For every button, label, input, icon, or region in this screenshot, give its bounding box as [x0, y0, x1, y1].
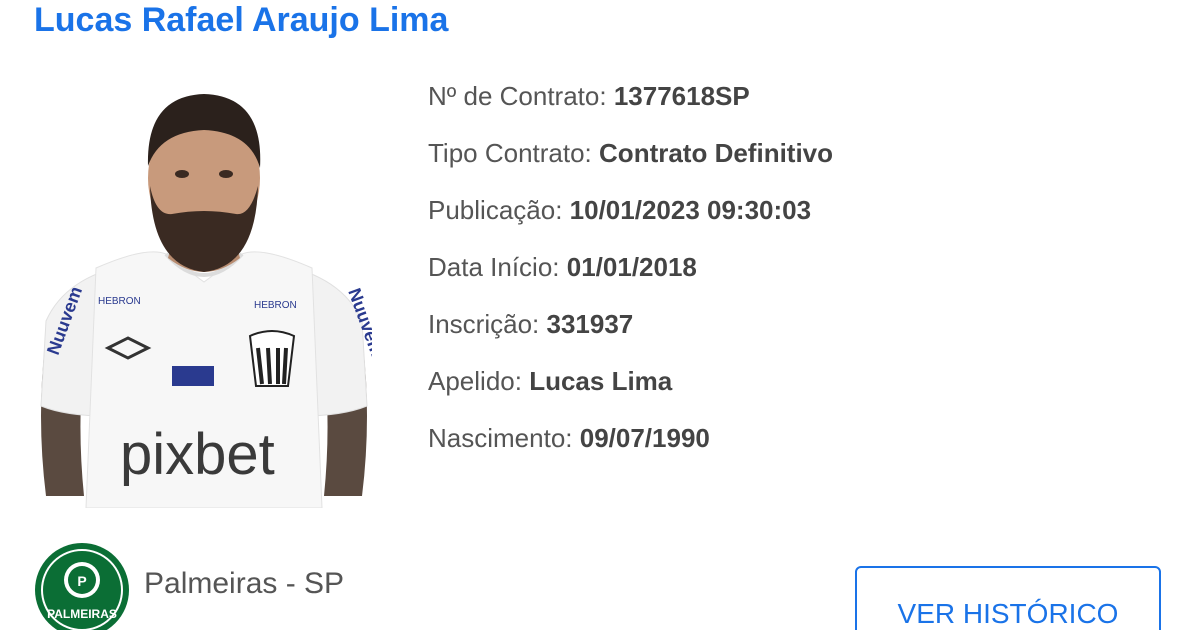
detail-contract-type: Tipo Contrato: Contrato Definitivo: [428, 133, 833, 190]
player-card: Lucas Rafael Araujo Lima Nuuvem Nuuvem H…: [0, 0, 1200, 630]
player-name: Lucas Rafael Araujo Lima: [34, 1, 449, 39]
detail-label: Publicação:: [428, 195, 563, 225]
svg-text:P: P: [77, 573, 86, 589]
detail-value: 331937: [546, 309, 634, 339]
detail-birth: Nascimento: 09/07/1990: [428, 418, 833, 475]
detail-value: 09/07/1990: [579, 423, 710, 453]
detail-value: 10/01/2023 09:30:03: [569, 195, 812, 225]
detail-value: 1377618SP: [613, 81, 750, 111]
shirt-sponsor: pixbet: [120, 422, 275, 487]
detail-value: Lucas Lima: [529, 366, 673, 396]
view-history-button[interactable]: VER HISTÓRICO: [855, 566, 1161, 630]
detail-publication: Publicação: 10/01/2023 09:30:03: [428, 190, 833, 247]
detail-registration: Inscrição: 331937: [428, 304, 833, 361]
club-name: Palmeiras - SP: [144, 567, 345, 600]
svg-text:HEBRON: HEBRON: [254, 300, 297, 311]
palmeiras-crest-icon: P PALMEIRAS: [35, 543, 129, 630]
detail-label: Tipo Contrato:: [428, 138, 592, 168]
club-info: P PALMEIRAS Palmeiras - SP: [34, 542, 344, 630]
detail-label: Nascimento:: [428, 423, 573, 453]
detail-nickname: Apelido: Lucas Lima: [428, 361, 833, 418]
detail-label: Inscrição:: [428, 309, 540, 339]
detail-value: Contrato Definitivo: [599, 138, 834, 168]
detail-contract-number: Nº de Contrato: 1377618SP: [428, 76, 833, 133]
player-photo: Nuuvem Nuuvem HEBRON HEBRON pixbet: [40, 94, 372, 508]
detail-label: Data Início:: [428, 252, 560, 282]
detail-label: Nº de Contrato:: [428, 81, 607, 111]
detail-label: Apelido:: [428, 366, 522, 396]
detail-start-date: Data Início: 01/01/2018: [428, 247, 833, 304]
svg-text:HEBRON: HEBRON: [98, 296, 141, 307]
contract-details: Nº de Contrato: 1377618SP Tipo Contrato:…: [428, 76, 833, 475]
detail-value: 01/01/2018: [566, 252, 697, 282]
svg-text:PALMEIRAS: PALMEIRAS: [47, 607, 117, 621]
